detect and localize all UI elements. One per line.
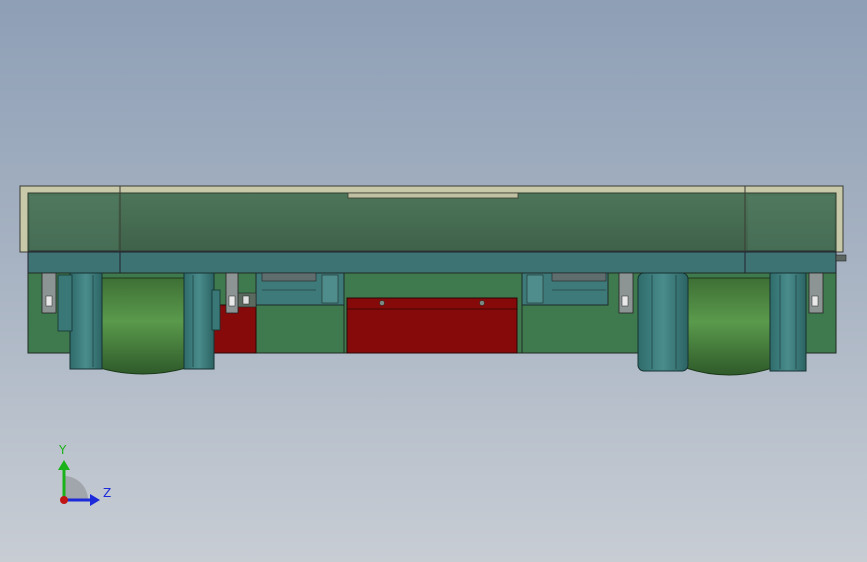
drive-housing-right xyxy=(521,272,609,306)
y-axis-arrowhead-icon xyxy=(58,460,70,470)
y-axis-label: Y xyxy=(59,443,67,457)
wheel-right xyxy=(637,272,807,376)
battery-box xyxy=(346,297,518,354)
coordinate-triad[interactable] xyxy=(58,460,100,506)
x-axis-dot-icon xyxy=(60,496,68,504)
drive-housing-left xyxy=(255,272,345,306)
top-frame xyxy=(19,185,844,253)
triad-plane-icon xyxy=(64,476,88,500)
wheel-left xyxy=(57,272,221,375)
z-axis-label: Z xyxy=(103,486,112,500)
z-axis-arrowhead-icon xyxy=(90,494,100,506)
agv-chassis-model[interactable] xyxy=(0,0,867,562)
cad-graphics-viewport[interactable]: Y Z xyxy=(0,0,867,562)
upper-band xyxy=(27,251,847,274)
